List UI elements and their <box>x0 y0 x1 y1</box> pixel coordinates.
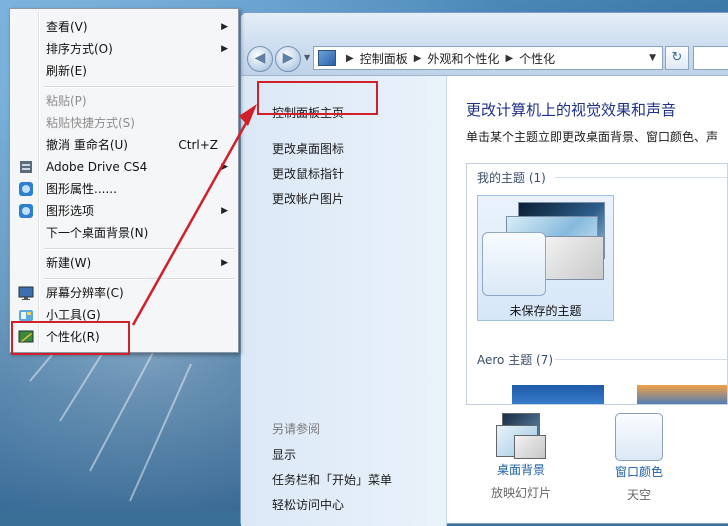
menu-item-label: Adobe Drive CS4 <box>46 160 148 174</box>
page-title: 更改计算机上的视觉效果和声音 <box>466 101 677 119</box>
home-link-highlight-box <box>257 81 378 115</box>
submenu-arrow-icon: ▶ <box>221 206 228 216</box>
address-bar[interactable]: ▶ 控制面板 ▶ 外观和个性化 ▶ 个性化 ▼ <box>313 46 663 70</box>
divider <box>555 177 727 178</box>
page-subtitle: 单击某个主题立即更改桌面背景、窗口颜色、声 <box>466 130 719 144</box>
desktop-context-menu: 查看(V) ▶ 排序方式(O) ▶ 刷新(E) 粘贴(P) 粘贴快捷方式(S) … <box>9 8 239 353</box>
change-account-picture-link[interactable]: 更改帐户图片 <box>272 190 344 207</box>
breadcrumb-chevron-icon[interactable]: ▶ <box>505 53 513 64</box>
menu-item-paste-shortcut[interactable]: 粘贴快捷方式(S) <box>12 113 236 133</box>
menu-item-label: 图形属性...... <box>46 182 117 196</box>
menu-item-graphics-options[interactable]: 图形选项 ▶ <box>12 201 236 221</box>
refresh-button[interactable]: ↻ <box>665 46 689 70</box>
recent-pages-dropdown-icon[interactable]: ▼ <box>304 53 310 62</box>
screen-resolution-icon <box>18 285 34 301</box>
menu-item-label: 屏幕分辨率(C) <box>46 286 124 300</box>
breadcrumb-personalization[interactable]: 个性化 <box>519 50 555 67</box>
menu-separator <box>44 278 234 280</box>
menu-item-label: 撤消 重命名(U) <box>46 138 128 152</box>
breadcrumb-chevron-icon[interactable]: ▶ <box>346 53 354 64</box>
adobe-drive-icon <box>18 159 34 175</box>
menu-item-label: 下一个桌面背景(N) <box>46 226 149 240</box>
submenu-arrow-icon: ▶ <box>221 258 228 268</box>
menu-item-label: 粘贴快捷方式(S) <box>46 116 135 130</box>
my-themes-heading: 我的主题 (1) <box>477 171 546 185</box>
menu-item-label: 图形选项 <box>46 204 95 218</box>
see-also-heading: 另请参阅 <box>272 422 321 436</box>
menu-separator <box>44 86 234 88</box>
window-color-value: 天空 <box>626 488 651 502</box>
menu-item-refresh[interactable]: 刷新(E) <box>12 61 236 81</box>
window-color-icon <box>615 413 663 461</box>
desktop-background-icon <box>496 413 546 461</box>
menu-item-shortcut: Ctrl+Z <box>178 138 218 152</box>
menu-item-view[interactable]: 查看(V) ▶ <box>12 17 236 37</box>
breadcrumb-control-panel[interactable]: 控制面板 <box>360 50 408 67</box>
back-button[interactable]: ◀ <box>247 46 273 72</box>
breadcrumb-appearance[interactable]: 外观和个性化 <box>427 50 499 67</box>
left-pane: 控制面板主页 更改桌面图标 更改鼠标指针 更改帐户图片 另请参阅 显示 任务栏和… <box>241 76 447 526</box>
submenu-arrow-icon: ▶ <box>221 22 228 32</box>
ease-of-access-link[interactable]: 轻松访问中心 <box>272 496 344 513</box>
menu-item-undo-rename[interactable]: 撤消 重命名(U) Ctrl+Z <box>12 135 236 155</box>
menu-item-sort-by[interactable]: 排序方式(O) ▶ <box>12 39 236 59</box>
aero-themes-heading: Aero 主题 (7) <box>477 353 554 367</box>
desktop-background-option[interactable]: 桌面背景 放映幻灯片 <box>476 413 566 501</box>
aero-theme-thumbnail[interactable] <box>512 385 604 404</box>
submenu-arrow-icon: ▶ <box>221 162 228 172</box>
divider <box>555 359 727 360</box>
unsaved-theme-label: 未保存的主题 <box>509 304 582 318</box>
menu-item-next-background[interactable]: 下一个桌面背景(N) <box>12 223 236 243</box>
menu-item-screen-resolution[interactable]: 屏幕分辨率(C) <box>12 283 236 303</box>
submenu-arrow-icon: ▶ <box>221 44 228 54</box>
forward-button[interactable]: ▶ <box>275 46 301 72</box>
personalize-highlight-box <box>11 321 130 355</box>
menu-separator <box>44 248 234 250</box>
menu-item-label: 排序方式(O) <box>46 42 113 56</box>
desktop-background-value: 放映幻灯片 <box>490 486 551 500</box>
graphics-properties-icon <box>18 181 34 197</box>
theme-thumbnail <box>544 236 604 280</box>
menu-item-new[interactable]: 新建(W) ▶ <box>12 253 236 273</box>
graphics-options-icon <box>18 203 34 219</box>
menu-item-paste[interactable]: 粘贴(P) <box>12 91 236 111</box>
menu-item-adobe-drive[interactable]: Adobe Drive CS4 ▶ <box>12 157 236 177</box>
menu-item-graphics-properties[interactable]: 图形属性...... <box>12 179 236 199</box>
search-input[interactable] <box>693 46 728 70</box>
display-link[interactable]: 显示 <box>272 446 296 463</box>
window-color-option[interactable]: 窗口颜色 天空 <box>594 413 684 503</box>
theme-window-preview <box>482 232 546 296</box>
theme-list[interactable]: 我的主题 (1) 未保存的主题 Aero 主题 (7) <box>466 163 728 405</box>
unsaved-theme-item[interactable]: 未保存的主题 <box>477 195 614 321</box>
breadcrumb-chevron-icon[interactable]: ▶ <box>414 53 422 64</box>
menu-item-label: 刷新(E) <box>46 64 87 78</box>
menu-item-label: 粘贴(P) <box>46 94 87 108</box>
control-panel-icon <box>318 50 336 66</box>
aero-theme-thumbnail[interactable] <box>637 385 727 404</box>
desktop-background-label[interactable]: 桌面背景 <box>476 461 566 478</box>
menu-item-label: 新建(W) <box>46 256 92 270</box>
taskbar-start-menu-link[interactable]: 任务栏和「开始」菜单 <box>272 471 392 488</box>
change-mouse-pointers-link[interactable]: 更改鼠标指针 <box>272 165 344 182</box>
window-color-label[interactable]: 窗口颜色 <box>594 463 684 480</box>
change-desktop-icons-link[interactable]: 更改桌面图标 <box>272 140 344 157</box>
window-titlebar: ◀ ▶ ▼ ▶ 控制面板 ▶ 外观和个性化 ▶ 个性化 ▼ ↻ <box>241 13 728 76</box>
address-dropdown-icon[interactable]: ▼ <box>649 53 656 63</box>
menu-item-label: 查看(V) <box>46 20 88 34</box>
